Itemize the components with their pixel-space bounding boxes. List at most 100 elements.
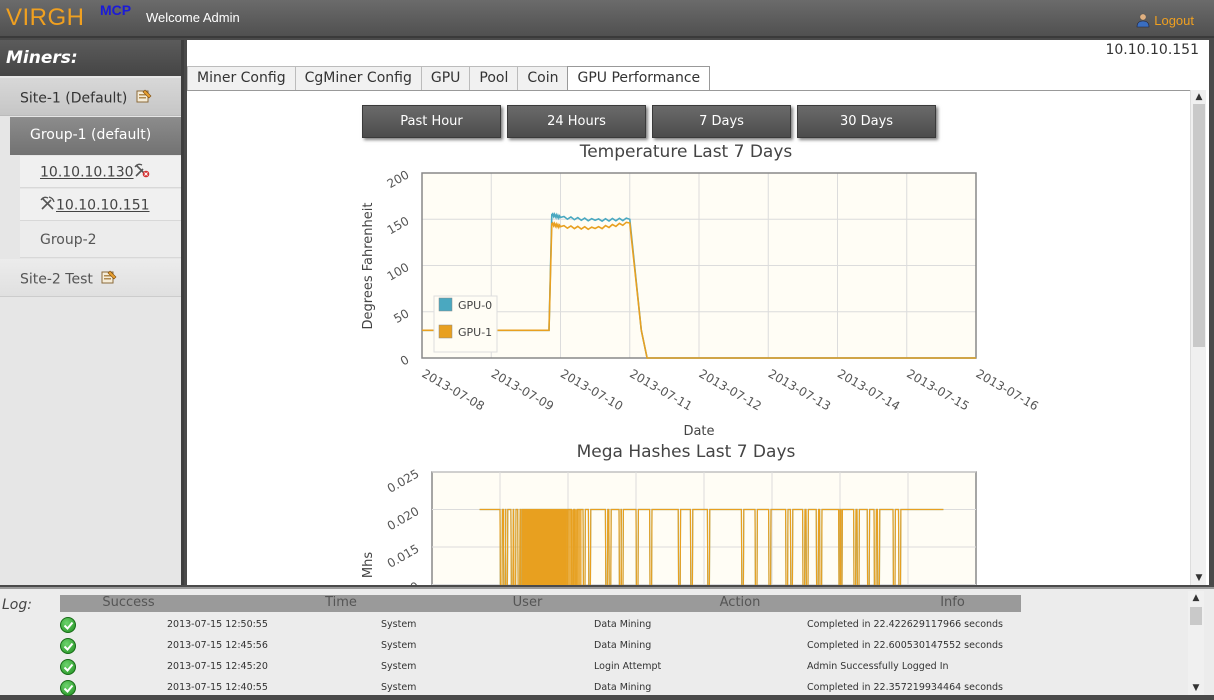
gpu-performance-panel: Past Hour 24 Hours 7 Days 30 Days Temper…: [187, 90, 1190, 585]
sidebar-item-group-2[interactable]: Group-2: [20, 221, 181, 258]
x-tick-label: 2013-07-11: [627, 366, 694, 413]
x-tick-label: 2013-07-12: [697, 366, 764, 413]
y-axis-label: Mhs: [361, 552, 376, 578]
log-row: 2013-07-15 12:45:20 System Login Attempt Ad…: [60, 658, 1021, 679]
col-time: Time: [325, 595, 357, 610]
col-success: Success: [102, 595, 155, 610]
tab-cgminer-config[interactable]: CgMiner Config: [294, 66, 422, 90]
y-tick-label: 150: [385, 214, 412, 238]
log-time: 2013-07-15 12:45:56: [167, 640, 268, 651]
y-tick-label: 200: [385, 167, 412, 191]
logout-link[interactable]: Logout: [1135, 12, 1194, 28]
scroll-up-icon[interactable]: ▲: [1188, 591, 1204, 605]
log-user: System: [381, 682, 417, 693]
edit-icon[interactable]: [101, 270, 117, 289]
tab-coin[interactable]: Coin: [517, 66, 569, 90]
site-2-label: Site-2 Test: [20, 271, 93, 288]
col-action: Action: [719, 595, 761, 610]
sidebar-item-group-1[interactable]: Group-1 (default): [10, 117, 181, 155]
x-tick-label: 2013-07-10: [558, 366, 625, 413]
temperature-chart: Temperature Last 7 Days 0 50 100 150 200 2013-…: [361, 142, 1041, 439]
welcome-text: Welcome Admin: [146, 10, 240, 25]
scroll-down-icon[interactable]: ▼: [1188, 681, 1204, 695]
chart-title: Temperature Last 7 Days: [579, 142, 793, 162]
log-time: 2013-07-15 12:50:55: [167, 619, 268, 630]
sidebar-miner-item[interactable]: 10.10.10.130: [20, 156, 181, 188]
log-user: System: [381, 640, 417, 651]
log-action: Data Mining: [594, 619, 652, 630]
sidebar-miner-item[interactable]: 10.10.10.151: [20, 189, 181, 221]
y-tick-label: 0.015: [385, 541, 422, 570]
legend-label: GPU-0: [458, 299, 492, 312]
edit-icon[interactable]: [136, 89, 152, 108]
log-action: Data Mining: [594, 640, 652, 651]
x-tick-label: 2013-07-08: [420, 366, 487, 413]
tab-pool[interactable]: Pool: [469, 66, 519, 90]
sidebar-item-site-2[interactable]: Site-2 Test: [0, 259, 181, 297]
x-tick-label: 2013-07-15: [904, 366, 971, 413]
tab-bar: Miner Config CgMiner Config GPU Pool Coi…: [187, 66, 711, 91]
mega-hashes-chart: Mega Hashes Last 7 Days 0.010 0.015 0.020 0.…: [361, 442, 977, 585]
log-info: Completed in 22.357219934464 seconds: [807, 682, 1004, 693]
success-check-icon: [60, 638, 76, 654]
sidebar: Miners: Site-1 (Default) Group-1 (defaul…: [0, 40, 184, 585]
user-icon: [1136, 13, 1150, 28]
log-action: Login Attempt: [594, 661, 662, 672]
log-label: Log:: [2, 597, 32, 613]
log-table-header: Success Time User Action Info: [60, 595, 1021, 612]
selected-miner-ip: 10.10.10.151: [1105, 42, 1199, 58]
x-axis-label: Date: [683, 424, 714, 439]
tab-miner-config[interactable]: Miner Config: [187, 66, 296, 90]
main-content: 10.10.10.151 Miner Config CgMiner Config…: [187, 40, 1209, 585]
log-info: Admin Successfully Logged In: [807, 661, 949, 672]
pickaxe-offline-icon: [133, 163, 150, 182]
tab-gpu-performance[interactable]: GPU Performance: [567, 66, 711, 91]
success-check-icon: [60, 617, 76, 633]
scroll-down-icon[interactable]: ▼: [1191, 571, 1207, 585]
legend-swatch: [438, 297, 453, 312]
log-user: System: [381, 661, 417, 672]
sidebar-item-site-1[interactable]: Site-1 (Default): [0, 78, 181, 116]
pickaxe-icon: [40, 196, 56, 215]
col-user: User: [512, 595, 543, 610]
group-2-label: Group-2: [40, 232, 97, 248]
log-area: Log: Success Time User Action Info 2013-…: [0, 587, 1214, 696]
log-user: System: [381, 619, 417, 630]
site-1-label: Site-1 (Default): [20, 90, 128, 107]
x-tick-label: 2013-07-14: [835, 366, 902, 413]
y-tick-label: 0: [398, 352, 412, 368]
col-info: Info: [940, 595, 965, 610]
success-check-icon: [60, 659, 76, 675]
tab-gpu[interactable]: GPU: [420, 66, 471, 90]
legend-swatch: [438, 324, 453, 339]
log-scrollbar[interactable]: ▲ ▼: [1188, 591, 1204, 695]
y-tick-label: 0.020: [385, 504, 422, 533]
group-1-label: Group-1 (default): [30, 127, 152, 143]
success-check-icon: [60, 680, 76, 696]
log-row: 2013-07-15 12:50:55 System Data Mining Comp…: [60, 616, 1021, 637]
logout-label: Logout: [1154, 12, 1194, 28]
scroll-up-icon[interactable]: ▲: [1191, 90, 1207, 104]
top-bar: VIRGH MCP Welcome Admin Logout: [0, 0, 1214, 38]
x-tick-label: 2013-07-13: [766, 366, 833, 413]
log-info: Completed in 22.600530147552 seconds: [807, 640, 1004, 651]
y-tick-label: 0.010: [385, 579, 422, 585]
x-tick-label: 2013-07-16: [974, 366, 1041, 413]
y-tick-label: 50: [391, 306, 411, 326]
log-time: 2013-07-15 12:40:55: [167, 682, 268, 693]
y-tick-label: 0.025: [385, 466, 422, 495]
log-action: Data Mining: [594, 682, 652, 693]
miner-link[interactable]: 10.10.10.130: [40, 165, 134, 181]
charts-svg: Temperature Last 7 Days 0 50 100 150 200 2013-…: [361, 142, 1041, 585]
miner-link[interactable]: 10.10.10.151: [56, 198, 150, 214]
y-axis-label: Degrees Fahrenheit: [361, 203, 376, 330]
logo: VIRGH: [6, 4, 85, 31]
scrollbar-thumb[interactable]: [1193, 104, 1205, 347]
x-tick-label: 2013-07-09: [489, 366, 556, 413]
sidebar-title: Miners:: [0, 40, 181, 76]
scrollbar-thumb[interactable]: [1190, 607, 1202, 625]
dense-oscillation-band: [527, 509, 582, 585]
panel-scrollbar[interactable]: ▲ ▼: [1190, 90, 1206, 585]
log-row: 2013-07-15 12:40:55 System Data Mining Comp…: [60, 679, 1021, 700]
y-tick-label: 100: [385, 260, 412, 284]
